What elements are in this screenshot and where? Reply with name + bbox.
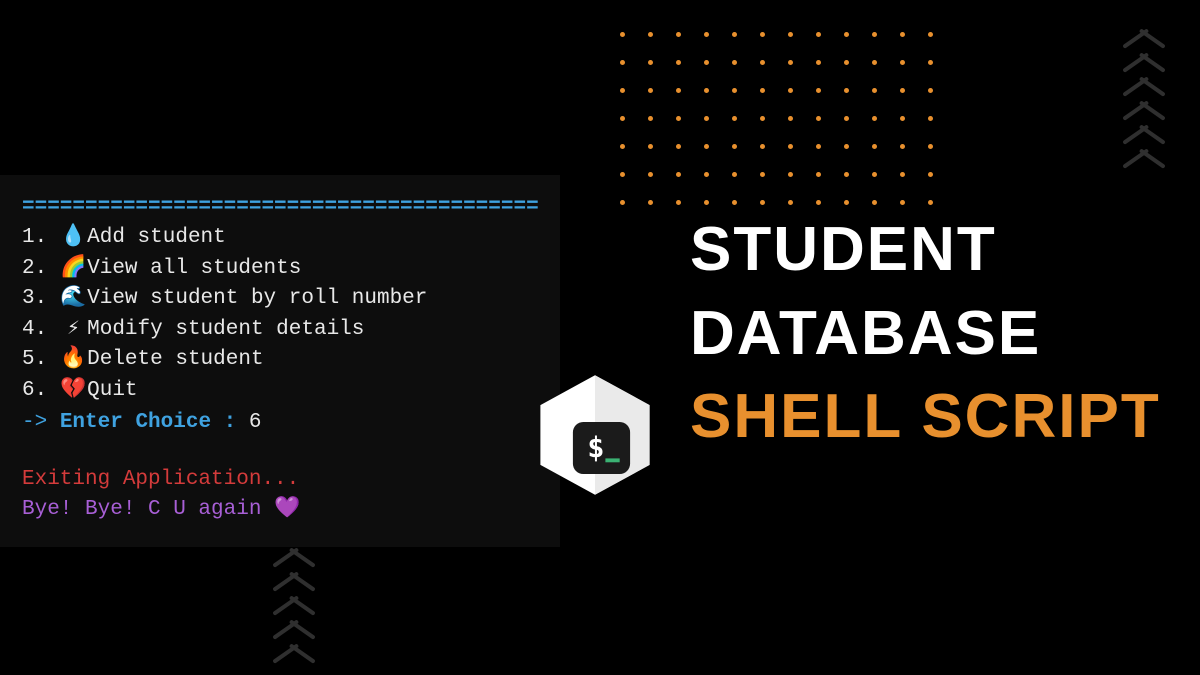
- fire-icon: 🔥: [60, 345, 87, 375]
- rainbow-icon: 🌈: [60, 254, 87, 284]
- entered-choice: 6: [249, 411, 262, 434]
- menu-item-modify: 4. ⚡Modify student details: [22, 315, 538, 345]
- title-line-3: SHELL SCRIPT: [690, 375, 1161, 459]
- title-block: STUDENT DATABASE SHELL SCRIPT: [690, 208, 1161, 459]
- wave-icon: 🌊: [60, 284, 87, 314]
- menu-item-quit: 6. 💔Quit: [22, 376, 538, 406]
- bye-message: Bye! Bye! C U again 💜: [22, 495, 538, 525]
- title-line-2: DATABASE: [690, 292, 1161, 376]
- decorative-dot-grid: [620, 32, 938, 210]
- terminal-output: ========================================…: [0, 175, 560, 547]
- menu-item-view-by-roll: 3. 🌊View student by roll number: [22, 284, 538, 314]
- water-drop-icon: 💧: [60, 223, 87, 253]
- bash-shell-icon: $: [530, 370, 660, 500]
- menu-item-delete: 5. 🔥Delete student: [22, 345, 538, 375]
- prompt-arrow-icon: ->: [22, 411, 47, 434]
- decorative-chevrons-top: [1118, 18, 1170, 162]
- purple-heart-icon: 💜: [274, 498, 300, 521]
- title-line-1: STUDENT: [690, 208, 1161, 292]
- lightning-icon: ⚡: [60, 315, 87, 345]
- exit-message: Exiting Application...: [22, 465, 538, 495]
- choice-prompt: -> Enter Choice : 6: [22, 408, 538, 438]
- menu-item-view-all: 2. 🌈View all students: [22, 254, 538, 284]
- svg-text:$: $: [587, 430, 604, 464]
- broken-heart-icon: 💔: [60, 376, 87, 406]
- divider-line: ========================================…: [22, 193, 538, 223]
- menu-item-add: 1. 💧Add student: [22, 223, 538, 253]
